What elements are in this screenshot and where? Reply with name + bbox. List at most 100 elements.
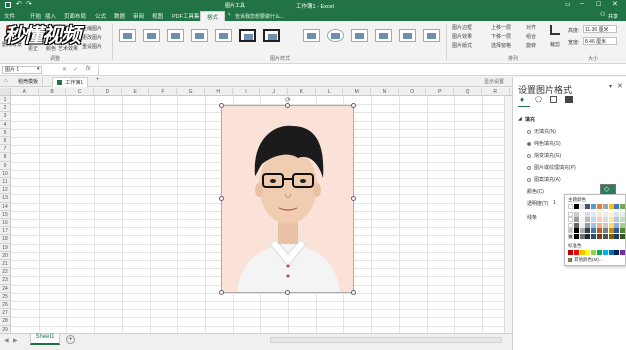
column-header-C[interactable]: C xyxy=(66,88,95,96)
change-picture-button[interactable]: 更改图片 xyxy=(82,34,102,41)
next-sheet-icon[interactable]: ▶ xyxy=(13,337,18,344)
picture-style-5[interactable] xyxy=(215,29,232,42)
picture-style-12[interactable] xyxy=(399,29,416,42)
theme-color-swatch[interactable] xyxy=(591,217,597,222)
column-header-E[interactable]: E xyxy=(122,88,150,96)
picture-style-6[interactable] xyxy=(239,29,256,42)
maximize-button[interactable]: ☐ xyxy=(596,1,601,8)
theme-color-swatch[interactable] xyxy=(591,204,597,209)
align-button[interactable]: 对齐 xyxy=(526,24,536,31)
column-header-O[interactable]: O xyxy=(399,88,427,96)
fill-option-picture[interactable]: 图片或纹理填充(P) xyxy=(527,164,576,171)
row-header-15[interactable]: 15 xyxy=(0,210,11,219)
picture-style-10[interactable] xyxy=(351,29,368,42)
theme-color-swatch[interactable] xyxy=(602,228,608,233)
vertical-scrollbar[interactable] xyxy=(504,96,512,333)
undo-icon[interactable]: ↶ xyxy=(16,0,22,8)
theme-color-swatch[interactable] xyxy=(620,233,626,239)
crop-button[interactable]: 裁剪 xyxy=(548,23,562,53)
name-box[interactable]: 图片 1 xyxy=(2,66,42,74)
row-header-5[interactable]: 5 xyxy=(0,128,11,137)
theme-color-swatch[interactable] xyxy=(573,222,579,228)
insert-function-button[interactable]: fx xyxy=(86,66,91,72)
prev-sheet-icon[interactable]: ◀ xyxy=(4,337,9,344)
theme-color-swatch[interactable] xyxy=(597,217,602,222)
theme-color-swatch[interactable] xyxy=(591,222,597,228)
formula-input[interactable] xyxy=(98,65,618,75)
row-header-2[interactable]: 2 xyxy=(0,104,11,113)
theme-color-swatch[interactable] xyxy=(573,217,579,222)
send-backward-button[interactable]: 下移一层 xyxy=(491,33,511,40)
theme-color-swatch[interactable] xyxy=(620,228,626,233)
theme-color-swatch[interactable] xyxy=(620,217,626,222)
column-header-G[interactable]: G xyxy=(177,88,205,96)
theme-color-swatch[interactable] xyxy=(579,228,585,233)
row-header-27[interactable]: 27 xyxy=(0,309,11,318)
theme-color-swatch[interactable] xyxy=(568,211,573,217)
doc-tab-workbook[interactable]: 工作簿1 xyxy=(52,77,89,87)
ribbon-display-icon[interactable]: ▭ xyxy=(565,1,571,8)
theme-color-swatch[interactable] xyxy=(585,233,591,239)
standard-color-swatch[interactable] xyxy=(573,250,579,255)
standard-color-swatch[interactable] xyxy=(614,250,620,255)
size-properties-icon[interactable] xyxy=(550,96,557,103)
minimize-button[interactable]: – xyxy=(580,0,584,7)
theme-color-swatch[interactable] xyxy=(614,217,620,222)
picture-style-8[interactable] xyxy=(303,29,320,42)
theme-color-swatch[interactable] xyxy=(579,217,585,222)
height-input[interactable]: 11.36 厘米 xyxy=(583,25,617,33)
row-header-25[interactable]: 25 xyxy=(0,292,11,301)
save-icon[interactable] xyxy=(5,2,11,8)
theme-color-swatch[interactable] xyxy=(602,204,608,209)
standard-color-swatch[interactable] xyxy=(585,250,591,255)
theme-color-swatch[interactable] xyxy=(614,204,620,209)
theme-color-swatch[interactable] xyxy=(579,204,585,209)
resize-handle-top-right[interactable] xyxy=(351,103,356,108)
row-header-6[interactable]: 6 xyxy=(0,137,11,146)
theme-color-swatch[interactable] xyxy=(608,222,614,228)
display-settings-link[interactable]: 显示设置 xyxy=(484,78,504,85)
theme-color-swatch[interactable] xyxy=(579,233,585,239)
share-button[interactable]: 共享 xyxy=(608,13,618,20)
row-header-7[interactable]: 7 xyxy=(0,145,11,154)
fill-option-pattern[interactable]: 图案填充(A) xyxy=(527,176,561,183)
row-header-10[interactable]: 10 xyxy=(0,169,11,178)
theme-color-swatch[interactable] xyxy=(614,228,620,233)
sheet-tab-sheet1[interactable]: Sheet1 xyxy=(30,334,60,345)
bring-forward-button[interactable]: 上移一层 xyxy=(491,24,511,31)
resize-handle-bottom-right[interactable] xyxy=(351,290,356,295)
row-header-3[interactable]: 3 xyxy=(0,112,11,121)
fill-section-toggle-icon[interactable]: ◢ xyxy=(518,116,522,122)
picture-style-2[interactable] xyxy=(143,29,160,42)
picture-style-1[interactable] xyxy=(119,29,136,42)
worksheet-grid[interactable]: ABCDEFGHIJKLMNOPQR 1 2 3 4 5 6 7 8 9 10 11 12 13 14 15… xyxy=(0,88,512,333)
theme-color-swatch[interactable] xyxy=(608,211,614,217)
resize-handle-top[interactable] xyxy=(285,103,290,108)
picture-effects-button[interactable]: 图片效果 xyxy=(452,33,472,40)
theme-color-swatch[interactable] xyxy=(591,228,597,233)
theme-color-swatch[interactable] xyxy=(585,228,591,233)
theme-color-swatch[interactable] xyxy=(579,222,585,228)
theme-color-swatch[interactable] xyxy=(602,222,608,228)
row-header-8[interactable]: 8 xyxy=(0,153,11,162)
column-header-R[interactable]: R xyxy=(482,88,510,96)
theme-color-swatch[interactable] xyxy=(608,217,614,222)
theme-color-swatch[interactable] xyxy=(597,228,602,233)
tab-formulas[interactable]: 公式 xyxy=(95,12,106,20)
theme-color-swatch[interactable] xyxy=(573,228,579,233)
theme-color-swatch[interactable] xyxy=(620,222,626,228)
theme-color-swatch[interactable] xyxy=(591,211,597,217)
standard-color-swatch[interactable] xyxy=(620,250,626,255)
theme-color-swatch[interactable] xyxy=(614,211,620,217)
column-header-D[interactable]: D xyxy=(94,88,122,96)
theme-color-swatch[interactable] xyxy=(568,222,573,228)
column-header-Q[interactable]: Q xyxy=(454,88,482,96)
row-header-20[interactable]: 20 xyxy=(0,251,11,260)
home-icon[interactable]: ⌂ xyxy=(4,78,8,84)
row-header-29[interactable]: 29 xyxy=(0,325,11,333)
theme-color-swatch[interactable] xyxy=(614,233,620,239)
column-header-K[interactable]: K xyxy=(288,88,316,96)
column-header-L[interactable]: L xyxy=(316,88,344,96)
row-header-26[interactable]: 26 xyxy=(0,301,11,310)
horizontal-scrollbar[interactable] xyxy=(270,337,502,343)
